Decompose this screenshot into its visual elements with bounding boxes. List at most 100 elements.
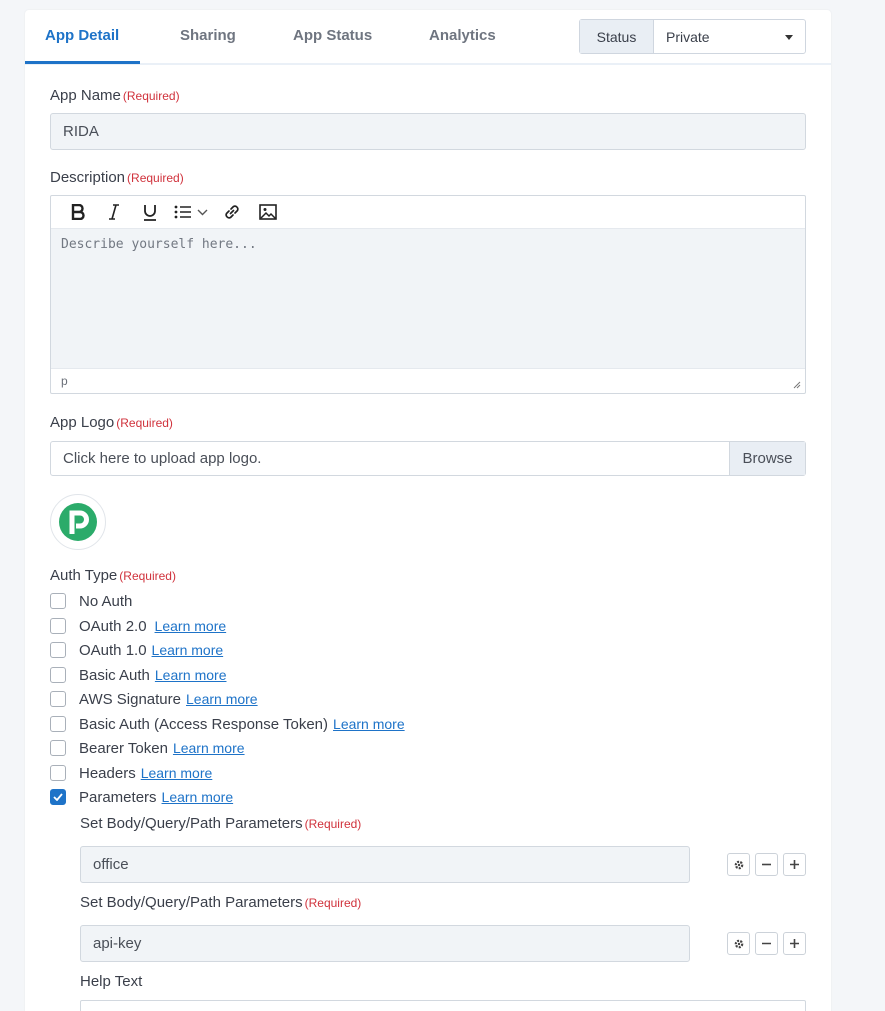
tab-bar: App Detail Sharing App Status Analytics … <box>25 10 831 65</box>
required-marker: (Required) <box>119 569 176 583</box>
oauth1-label: OAuth 1.0 <box>79 641 147 659</box>
required-marker: (Required) <box>127 171 184 185</box>
parameter-1-input[interactable]: office <box>80 846 690 883</box>
plus-icon <box>790 860 799 869</box>
basic-auth-learn-more-link[interactable]: Learn more <box>155 667 227 683</box>
status-control: Status Private <box>579 19 806 54</box>
browse-button[interactable]: Browse <box>729 442 805 475</box>
auth-option-aws-signature: AWS Signature Learn more <box>50 689 258 709</box>
oauth2-learn-more-link[interactable]: Learn more <box>155 618 227 634</box>
link-icon <box>225 205 239 219</box>
image-icon <box>259 204 277 220</box>
parameter-1-label-text: Set Body/Query/Path Parameters <box>80 815 303 832</box>
bold-icon <box>71 204 85 220</box>
app-name-label-text: App Name <box>50 87 121 104</box>
tab-app-status[interactable]: App Status <box>293 27 372 44</box>
underline-button[interactable] <box>163 1004 193 1011</box>
description-label-text: Description <box>50 169 126 186</box>
parameter-1-actions <box>727 853 806 876</box>
required-marker: (Required) <box>116 416 173 430</box>
auth-option-basic-auth: Basic Auth Learn more <box>50 665 226 685</box>
element-path[interactable]: p <box>61 374 68 388</box>
underline-button[interactable] <box>135 197 165 227</box>
parameter-1-settings-button[interactable] <box>727 853 750 876</box>
parameters-learn-more-link[interactable]: Learn more <box>162 789 234 805</box>
no-auth-label: No Auth <box>79 592 133 610</box>
parameter-2-add-button[interactable] <box>783 932 806 955</box>
minus-icon <box>762 863 771 866</box>
list-options-button[interactable] <box>221 1004 239 1011</box>
description-editor: Describe yourself here... p <box>50 195 806 394</box>
required-marker: (Required) <box>304 817 362 831</box>
image-button[interactable] <box>281 1004 311 1011</box>
list-button[interactable] <box>199 1004 221 1011</box>
app-name-input[interactable]: RIDA <box>50 113 806 150</box>
bold-button[interactable] <box>91 1004 121 1011</box>
link-button[interactable] <box>217 197 247 227</box>
help-editor-toolbar <box>81 1001 805 1011</box>
chevron-down-icon <box>197 209 207 215</box>
tab-sharing[interactable]: Sharing <box>180 27 236 44</box>
editor-statusbar: p <box>51 368 805 393</box>
list-button[interactable] <box>171 197 193 227</box>
parameter-2-remove-button[interactable] <box>755 932 778 955</box>
gear-icon <box>734 860 743 869</box>
bearer-token-learn-more-link[interactable]: Learn more <box>173 740 245 756</box>
basic-auth-label: Basic Auth <box>79 666 150 684</box>
underline-icon <box>144 204 156 221</box>
auth-option-bearer-token: Bearer Token Learn more <box>50 738 245 758</box>
description-textarea[interactable]: Describe yourself here... <box>51 228 805 368</box>
required-marker: (Required) <box>304 896 362 910</box>
app-name-label: App Name (Required) <box>50 87 180 104</box>
auth-option-headers: Headers Learn more <box>50 763 212 783</box>
check-icon <box>53 793 63 801</box>
basic-auth-token-label: Basic Auth (Access Response Token) <box>79 715 329 733</box>
basic-auth-checkbox[interactable] <box>50 667 66 683</box>
caret-down-icon <box>785 35 793 40</box>
tab-app-detail[interactable]: App Detail <box>45 27 119 44</box>
tab-analytics[interactable]: Analytics <box>429 27 496 44</box>
parameter-2-value: api-key <box>93 935 142 952</box>
parameter-1-remove-button[interactable] <box>755 853 778 876</box>
italic-button[interactable] <box>99 197 129 227</box>
list-icon <box>174 205 191 219</box>
image-button[interactable] <box>253 197 283 227</box>
status-dropdown[interactable]: Private <box>654 20 805 53</box>
parameter-2-actions <box>727 932 806 955</box>
aws-signature-label: AWS Signature <box>79 690 181 708</box>
bold-button[interactable] <box>63 197 93 227</box>
resize-handle-icon[interactable] <box>793 381 801 389</box>
oauth1-learn-more-link[interactable]: Learn more <box>152 642 224 658</box>
oauth2-checkbox[interactable] <box>50 618 66 634</box>
no-auth-checkbox[interactable] <box>50 593 66 609</box>
auth-option-oauth1: OAuth 1.0 Learn more <box>50 640 223 660</box>
basic-auth-token-learn-more-link[interactable]: Learn more <box>333 716 405 732</box>
oauth1-checkbox[interactable] <box>50 642 66 658</box>
app-logo-label-text: App Logo <box>50 414 115 431</box>
aws-signature-checkbox[interactable] <box>50 691 66 707</box>
logo-file-input[interactable]: Click here to upload app logo. <box>51 442 729 475</box>
parameters-checkbox[interactable] <box>50 789 66 805</box>
aws-signature-learn-more-link[interactable]: Learn more <box>186 691 258 707</box>
help-text-editor <box>80 1000 806 1011</box>
headers-checkbox[interactable] <box>50 765 66 781</box>
basic-auth-token-checkbox[interactable] <box>50 716 66 732</box>
parameter-1-add-button[interactable] <box>783 853 806 876</box>
parameter-2-label: Set Body/Query/Path Parameters (Required) <box>80 894 361 911</box>
parameter-1-label: Set Body/Query/Path Parameters (Required) <box>80 815 361 832</box>
list-options-button[interactable] <box>193 197 211 227</box>
parameters-label: Parameters <box>79 788 157 806</box>
headers-learn-more-link[interactable]: Learn more <box>141 765 213 781</box>
bearer-token-checkbox[interactable] <box>50 740 66 756</box>
description-placeholder: Describe yourself here... <box>61 237 257 252</box>
headers-label: Headers <box>79 764 136 782</box>
gear-icon <box>734 939 743 948</box>
required-marker: (Required) <box>122 89 180 103</box>
parameter-2-settings-button[interactable] <box>727 932 750 955</box>
italic-button[interactable] <box>127 1004 157 1011</box>
help-text-label: Help Text <box>80 973 143 990</box>
italic-icon <box>109 204 119 220</box>
app-logo-icon <box>59 503 97 541</box>
link-button[interactable] <box>245 1004 275 1011</box>
parameter-2-input[interactable]: api-key <box>80 925 690 962</box>
